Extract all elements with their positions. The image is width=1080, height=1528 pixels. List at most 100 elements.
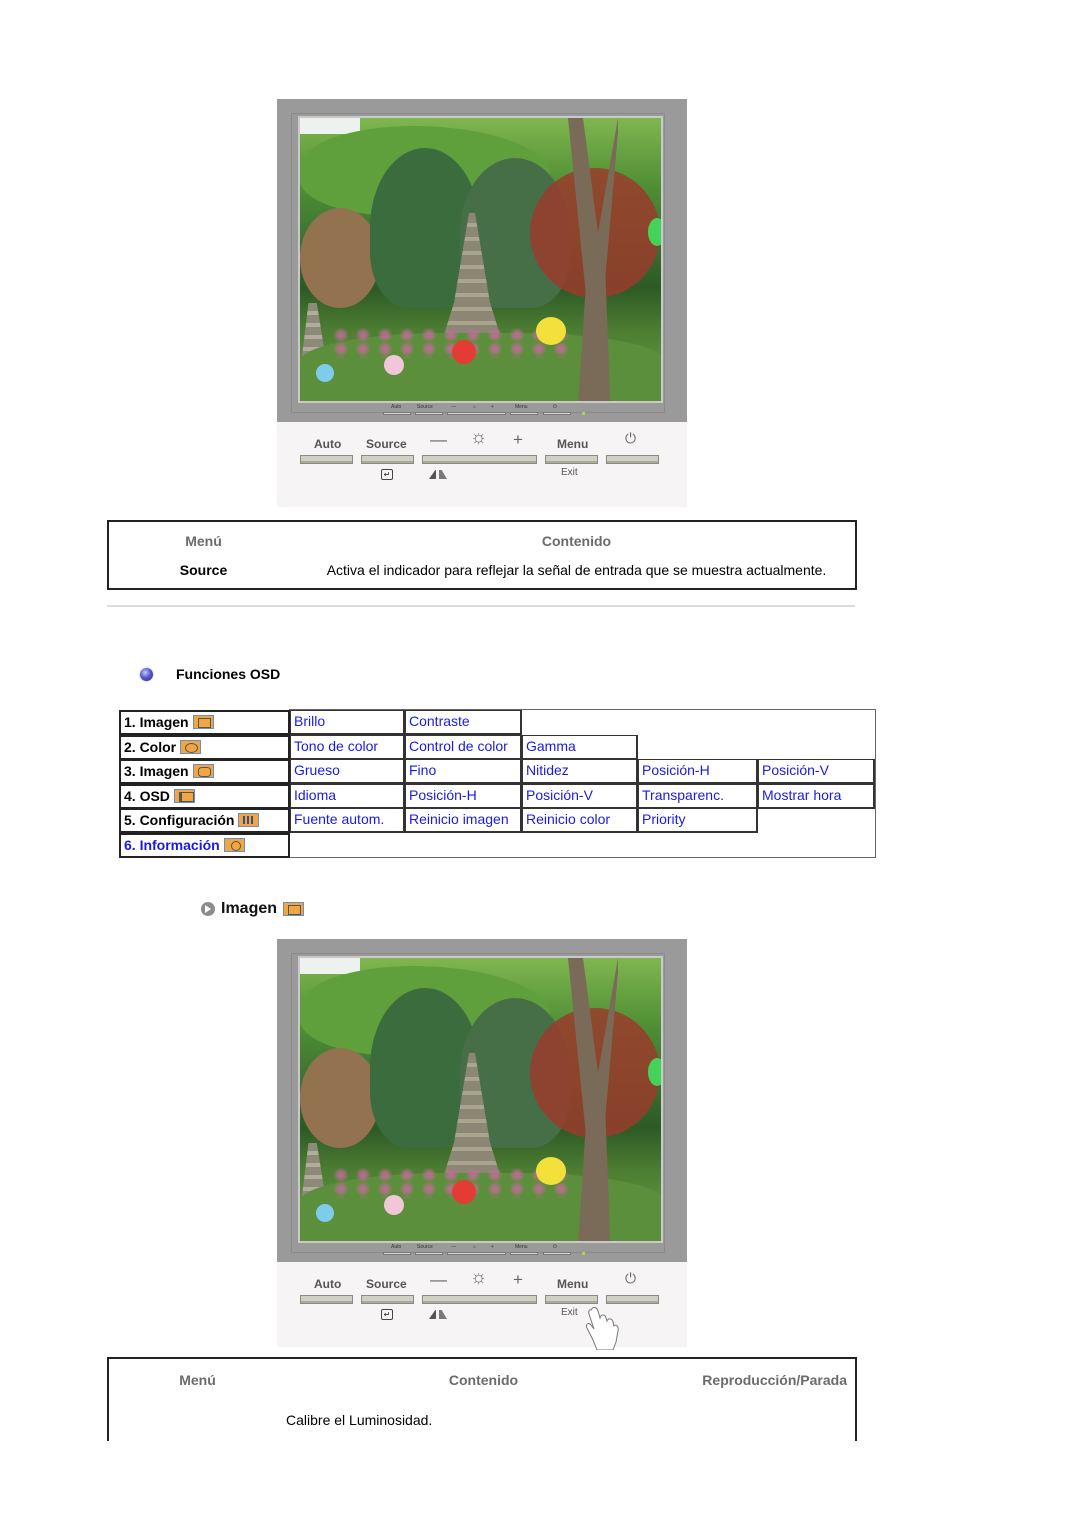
osd-function-grid: 1. Imagen 2. Color 3. Imagen 4. OSD 5. C… — [119, 709, 876, 859]
monitor-screen-photo — [298, 956, 663, 1243]
osd-item-control-de-color[interactable]: Control de color — [405, 735, 522, 760]
magic-bright-icon — [429, 1310, 447, 1319]
osd-menu-osd[interactable]: 4. OSD — [119, 784, 290, 809]
plus-icon: + — [513, 1270, 523, 1289]
mini-label-power: ⏻ — [553, 404, 557, 410]
magic-bright-icon — [429, 470, 447, 479]
menu-label: 3. Imagen — [124, 763, 189, 779]
monitor-illustration-source: Auto Source — ☼ + Menu ⏻ Auto Source — ☼… — [277, 99, 687, 507]
osd-item-fuente-autom[interactable]: Fuente autom. — [290, 808, 405, 833]
menu-label: 6. Información — [124, 837, 220, 853]
source-button[interactable] — [361, 455, 414, 464]
enter-icon: ↵ — [381, 469, 393, 480]
table-row: Source Activa el indicador para reflejar… — [108, 556, 856, 589]
auto-button[interactable] — [300, 1295, 353, 1304]
osd-item-tono-de-color[interactable]: Tono de color — [290, 735, 405, 760]
enter-icon: ↵ — [381, 1309, 393, 1320]
power-icon: ⏻ — [625, 430, 637, 446]
osd-item-brillo[interactable]: Brillo — [290, 710, 405, 735]
menu-button[interactable] — [545, 1295, 598, 1304]
header-menu: Menú — [185, 533, 222, 549]
menu-label: 1. Imagen — [124, 714, 189, 730]
osd-item-idioma[interactable]: Idioma — [290, 784, 405, 809]
osd-item-transparenc[interactable]: Transparenc. — [638, 784, 758, 809]
osd-item-gamma[interactable]: Gamma — [522, 735, 638, 760]
mini-label-minus: — — [451, 404, 456, 410]
info-icon — [223, 838, 245, 852]
power-led-icon — [582, 412, 585, 415]
osd-menu-color[interactable]: 2. Color — [119, 735, 290, 760]
minus-icon: — — [430, 1270, 447, 1289]
mini-label-plus: + — [491, 1244, 494, 1250]
power-icon: ⏻ — [625, 1270, 637, 1286]
bullet-icon — [140, 667, 153, 681]
osd-menu-informacion[interactable]: 6. Información — [119, 833, 290, 858]
mini-label-power: ⏻ — [553, 1244, 557, 1250]
menu-label: 4. OSD — [124, 788, 170, 804]
header-content: Contenido — [541, 533, 612, 549]
osd-menu-imagen-position[interactable]: 3. Imagen — [119, 759, 290, 784]
osd-item-osd-posicion-v[interactable]: Posición-V — [522, 784, 638, 809]
source-button-label: Source — [366, 437, 407, 451]
adjust-rocker-button[interactable] — [422, 1295, 537, 1304]
power-led-icon — [582, 1252, 585, 1255]
imagen-section-heading: Imagen — [201, 900, 305, 918]
pointing-hand-icon — [586, 1307, 619, 1350]
menu-cell: Source — [179, 562, 228, 578]
osd-icon — [173, 789, 195, 803]
play-cell — [681, 1400, 856, 1442]
osd-item-mostrar-hora[interactable]: Mostrar hora — [758, 784, 875, 809]
power-button[interactable] — [606, 455, 659, 464]
osd-item-posicion-h[interactable]: Posición-H — [638, 759, 758, 784]
power-button[interactable] — [606, 1295, 659, 1304]
osd-item-reinicio-imagen[interactable]: Reinicio imagen — [405, 808, 522, 833]
mini-label-plus: + — [491, 404, 494, 410]
section-title: Imagen — [221, 900, 278, 917]
menu-button-label: Menu — [557, 437, 589, 451]
picture-icon — [192, 715, 214, 729]
monitor-mini-control-bar: Auto Source — ☼ + Menu ⏻ — [373, 404, 585, 421]
menu-cell — [108, 1400, 286, 1442]
auto-button-label: Auto — [314, 437, 342, 451]
picture-icon — [283, 902, 305, 916]
divider — [107, 605, 855, 607]
osd-item-osd-posicion-h[interactable]: Posición-H — [405, 784, 522, 809]
source-info-table: Menú Contenido Source Activa el indicado… — [107, 520, 857, 590]
mini-label-brightness: ☼ — [472, 404, 477, 410]
osd-item-posicion-v[interactable]: Posición-V — [758, 759, 875, 784]
monitor-screen-photo — [298, 116, 663, 403]
minus-icon: — — [430, 430, 447, 449]
osd-menu-configuracion[interactable]: 5. Configuración — [119, 808, 290, 833]
osd-item-nitidez[interactable]: Nitidez — [522, 759, 638, 784]
header-content: Contenido — [448, 1372, 519, 1389]
mini-label-source: Source — [417, 404, 433, 410]
header-menu: Menú — [179, 1372, 216, 1389]
menu-label: 2. Color — [124, 739, 177, 755]
auto-button-label: Auto — [314, 1277, 342, 1291]
mini-label-auto: Auto — [391, 1244, 402, 1250]
source-button-label: Source — [366, 1277, 407, 1291]
menu-button[interactable] — [545, 455, 598, 464]
color-icon — [180, 740, 202, 754]
monitor-illustration-imagen: Auto Source — ☼ + Menu ⏻ Auto Source — ☼… — [277, 939, 687, 1350]
mini-label-source: Source — [417, 1244, 433, 1250]
monitor-bezel: Auto Source — ☼ + Menu ⏻ — [277, 939, 687, 1262]
osd-item-contraste[interactable]: Contraste — [405, 710, 522, 735]
setup-icon — [238, 813, 260, 827]
monitor-bezel: Auto Source — ☼ + Menu ⏻ — [277, 99, 687, 422]
source-button[interactable] — [361, 1295, 414, 1304]
auto-button[interactable] — [300, 455, 353, 464]
osd-item-grueso[interactable]: Grueso — [290, 759, 405, 784]
adjust-rocker-button[interactable] — [422, 455, 537, 464]
osd-section-title: Funciones OSD — [140, 666, 280, 682]
osd-item-fino[interactable]: Fino — [405, 759, 522, 784]
osd-item-priority[interactable]: Priority — [638, 808, 758, 833]
mini-label-menu: Menu — [515, 1244, 528, 1250]
exit-label: Exit — [561, 467, 578, 478]
osd-menu-imagen[interactable]: 1. Imagen — [119, 710, 290, 735]
circle-arrow-icon — [201, 902, 215, 916]
mini-label-brightness: ☼ — [472, 1244, 477, 1250]
osd-title-text: Funciones OSD — [176, 666, 281, 682]
osd-item-reinicio-color[interactable]: Reinicio color — [522, 808, 638, 833]
mini-label-minus: — — [451, 1244, 456, 1250]
